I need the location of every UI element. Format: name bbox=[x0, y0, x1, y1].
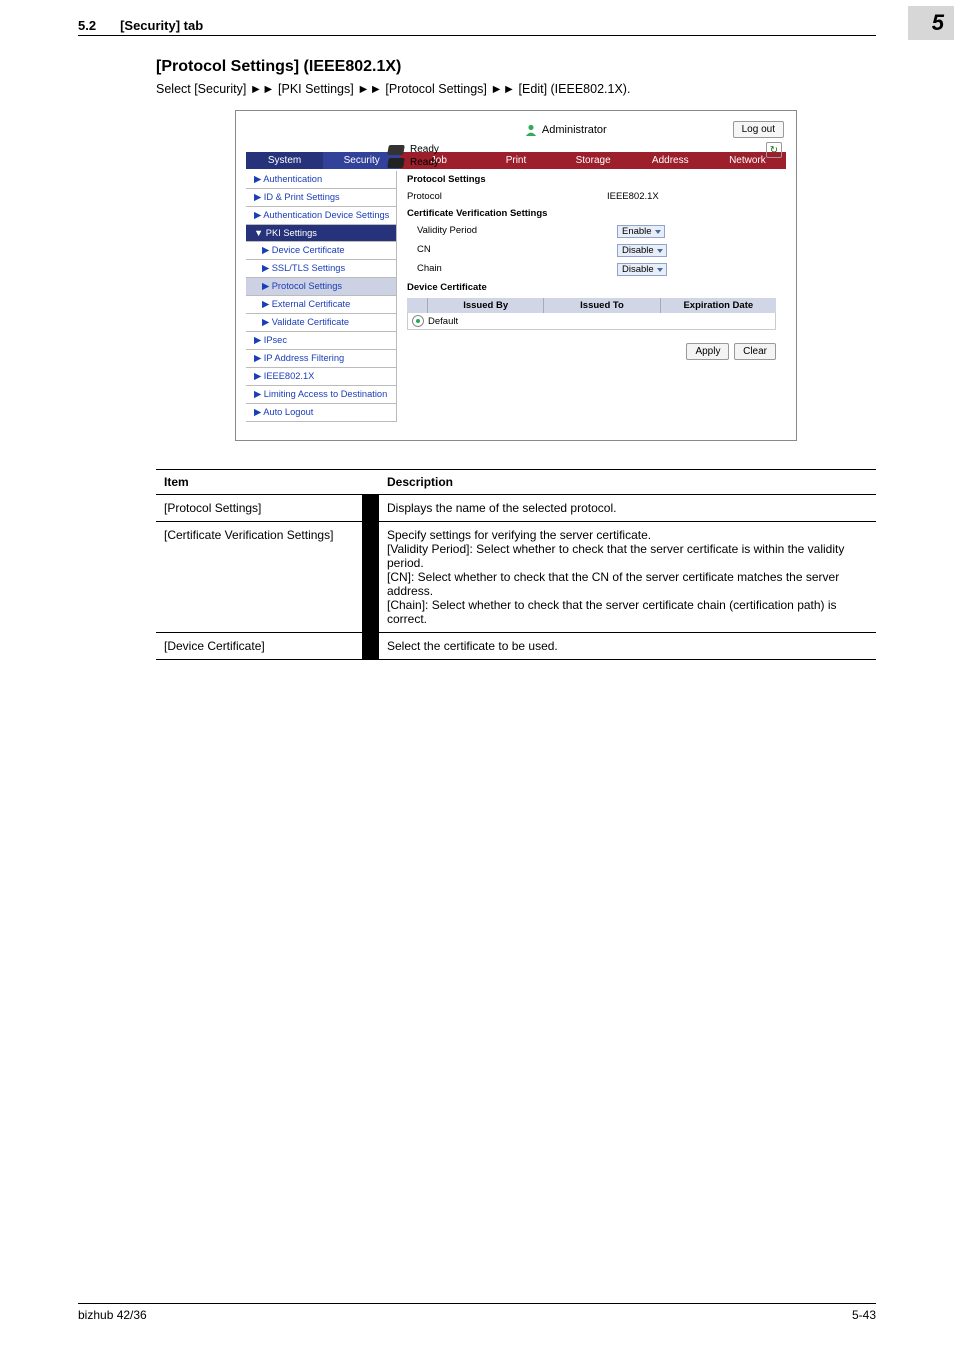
cn-label: CN bbox=[407, 244, 617, 257]
chain-label: Chain bbox=[407, 263, 617, 276]
sidebar-item-external-cert[interactable]: ▶ External Certificate bbox=[246, 296, 396, 314]
col-issued-to: Issued To bbox=[543, 298, 659, 313]
col-issued-by: Issued By bbox=[427, 298, 543, 313]
chapter-badge: 5 bbox=[908, 6, 954, 40]
page-title: [Protocol Settings] (IEEE802.1X) bbox=[156, 58, 876, 76]
device-cert-heading: Device Certificate bbox=[407, 279, 776, 296]
status-ready-2: Ready bbox=[388, 157, 786, 168]
doc-table: Item Description [Protocol Settings] Dis… bbox=[156, 469, 876, 660]
table-item-1: [Certificate Verification Settings] bbox=[156, 522, 362, 633]
panel-heading: Protocol Settings bbox=[407, 171, 776, 188]
table-item-0: [Protocol Settings] bbox=[156, 495, 362, 522]
sidebar-item-ipsec[interactable]: ▶ IPsec bbox=[246, 332, 396, 350]
logout-button[interactable]: Log out bbox=[733, 121, 784, 138]
section-header: 5.2 [Security] tab bbox=[78, 0, 876, 36]
settings-panel: Protocol Settings Protocol IEEE802.1X Ce… bbox=[397, 171, 786, 422]
cert-name: Default bbox=[428, 316, 458, 327]
footer-left: bizhub 42/36 bbox=[78, 1308, 147, 1322]
sidebar-item-id-print[interactable]: ▶ ID & Print Settings bbox=[246, 189, 396, 207]
apply-button[interactable]: Apply bbox=[686, 343, 729, 360]
status-ready-1: Ready bbox=[388, 144, 786, 155]
sidebar-item-validate-cert[interactable]: ▶ Validate Certificate bbox=[246, 314, 396, 332]
clear-button[interactable]: Clear bbox=[734, 343, 776, 360]
section-number: 5.2 bbox=[78, 18, 120, 33]
admin-label: Administrator bbox=[524, 124, 607, 136]
table-desc-0: Displays the name of the selected protoc… bbox=[379, 495, 876, 522]
sidebar-item-pki[interactable]: ▼ PKI Settings bbox=[246, 225, 396, 242]
sidebar-item-protocol[interactable]: ▶ Protocol Settings bbox=[246, 278, 396, 296]
cvs-heading: Certificate Verification Settings bbox=[407, 205, 776, 222]
validity-select[interactable]: Enable bbox=[617, 225, 665, 238]
table-desc-1: Specify settings for verifying the serve… bbox=[379, 522, 876, 633]
protocol-value: IEEE802.1X bbox=[607, 191, 659, 202]
sidebar-item-device-cert[interactable]: ▶ Device Certificate bbox=[246, 242, 396, 260]
protocol-label: Protocol bbox=[407, 191, 607, 202]
table-desc-2: Select the certificate to be used. bbox=[379, 633, 876, 660]
cert-table-header: Issued By Issued To Expiration Date bbox=[407, 298, 776, 313]
footer-right: 5-43 bbox=[852, 1308, 876, 1322]
sidebar-item-ip-filter[interactable]: ▶ IP Address Filtering bbox=[246, 350, 396, 368]
sidebar-item-ssl[interactable]: ▶ SSL/TLS Settings bbox=[246, 260, 396, 278]
sidebar: ▶ Authentication ▶ ID & Print Settings ▶… bbox=[246, 171, 397, 422]
cn-select[interactable]: Disable bbox=[617, 244, 667, 257]
sidebar-item-auto-logout[interactable]: ▶ Auto Logout bbox=[246, 404, 396, 422]
breadcrumb: Select [Security] ►► [PKI Settings] ►► [… bbox=[156, 82, 876, 96]
page-footer: bizhub 42/36 5-43 bbox=[78, 1303, 876, 1322]
sidebar-item-limit-access[interactable]: ▶ Limiting Access to Destination bbox=[246, 386, 396, 404]
section-title: [Security] tab bbox=[120, 18, 203, 33]
cert-radio[interactable] bbox=[412, 315, 424, 327]
ui-screenshot: Administrator Log out Ready Ready ↻ Syst… bbox=[235, 110, 797, 441]
th-item: Item bbox=[156, 470, 362, 495]
chain-select[interactable]: Disable bbox=[617, 263, 667, 276]
cert-row-default[interactable]: Default bbox=[407, 313, 776, 330]
table-item-2: [Device Certificate] bbox=[156, 633, 362, 660]
th-desc: Description bbox=[379, 470, 876, 495]
sidebar-item-authentication[interactable]: ▶ Authentication bbox=[246, 171, 396, 189]
sidebar-item-ieee[interactable]: ▶ IEEE802.1X bbox=[246, 368, 396, 386]
sidebar-item-auth-device[interactable]: ▶ Authentication Device Settings bbox=[246, 207, 396, 225]
col-expiration: Expiration Date bbox=[660, 298, 776, 313]
refresh-icon[interactable]: ↻ bbox=[766, 142, 782, 158]
validity-label: Validity Period bbox=[407, 225, 617, 238]
